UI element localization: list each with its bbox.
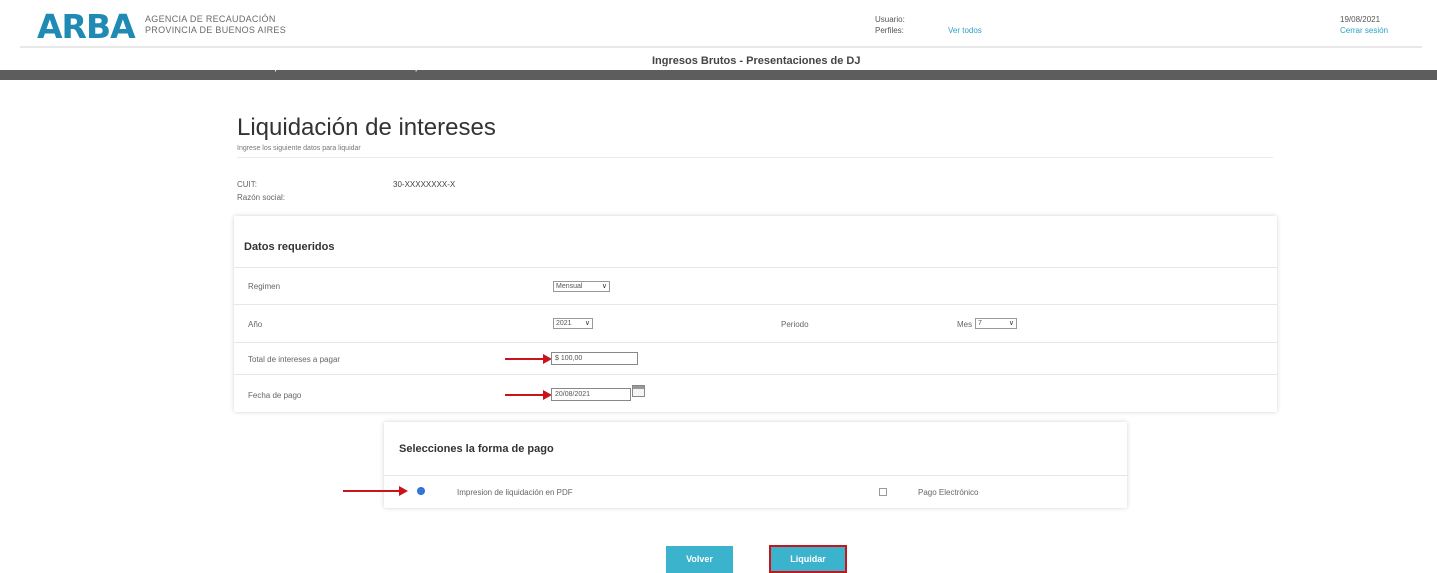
row-divider xyxy=(234,342,1277,343)
main-nav-bar xyxy=(0,70,1437,80)
nav-consultas-label: Consultas xyxy=(140,65,174,72)
title-divider xyxy=(237,157,1273,158)
nav-salir-label: Salir xyxy=(658,65,674,72)
chevron-down-icon xyxy=(520,66,526,70)
liquidar-button[interactable]: Liquidar xyxy=(769,545,847,573)
current-date: 19/08/2021 xyxy=(1340,15,1381,24)
nav-liquidaciones-label: Liquidaciones xyxy=(266,65,314,72)
razon-social-label: Razón social: xyxy=(237,193,286,202)
option-pago-electronico-label: Pago Electrónico xyxy=(918,488,979,497)
regimen-label: Regimen xyxy=(248,282,281,291)
nav-section-title: Ingresos Brutos - Presentaciones de DJ xyxy=(652,55,861,67)
forma-pago-title: Selecciones la forma de pago xyxy=(399,443,554,455)
chevron-down-icon: ∨ xyxy=(584,320,590,327)
mes-label: Mes xyxy=(957,320,973,329)
chevron-down-icon xyxy=(650,66,656,70)
annotation-arrow-line xyxy=(505,358,545,360)
agency-line-2: PROVINCIA DE BUENOS AIRES xyxy=(145,25,287,35)
row-divider xyxy=(384,475,1127,476)
total-intereses-input[interactable]: $ 100,00 xyxy=(551,352,638,365)
arba-logo: ARBA xyxy=(37,7,136,46)
total-intereses-label: Total de intereses a pagar xyxy=(248,355,341,364)
regimen-select[interactable]: Mensual ∨ xyxy=(553,281,610,292)
radio-pdf[interactable] xyxy=(417,487,425,495)
datos-requeridos-card xyxy=(234,216,1277,412)
calendar-icon-header xyxy=(633,386,644,389)
header-divider xyxy=(20,46,1422,48)
nav-salir[interactable]: Salir xyxy=(650,64,673,74)
row-divider xyxy=(234,304,1277,305)
annotation-arrow-line xyxy=(343,490,401,492)
page-subtitle: Ingrese los siguiente datos para liquida… xyxy=(237,145,361,152)
anio-select-value: 2021 xyxy=(556,320,572,327)
anio-select[interactable]: 2021 ∨ xyxy=(553,318,593,329)
periodo-label: Periodo xyxy=(781,320,809,329)
annotation-arrow-icon xyxy=(399,486,408,496)
usuario-label: Usuario: xyxy=(875,15,905,24)
cuit-label: CUIT: xyxy=(237,180,257,189)
anio-label: Año xyxy=(248,320,263,329)
row-divider xyxy=(234,374,1277,375)
chevron-down-icon xyxy=(258,66,264,70)
mes-select[interactable]: 7 ∨ xyxy=(975,318,1017,329)
volver-button[interactable]: Volver xyxy=(666,546,733,573)
nav-constancias-label: Constancias xyxy=(528,65,570,72)
fecha-pago-label: Fecha de pago xyxy=(248,391,302,400)
nav-presentacion-label: Presentación xyxy=(8,65,52,72)
nav-liquidaciones[interactable]: Liquidaciones xyxy=(258,64,313,74)
nav-consultas[interactable]: Consultas xyxy=(132,64,174,74)
agency-name: AGENCIA DE RECAUDACIÓN PROVINCIA DE BUEN… xyxy=(145,14,286,36)
calendar-icon[interactable] xyxy=(632,385,645,397)
nav-constancias[interactable]: Constancias xyxy=(520,64,570,74)
annotation-arrow-line xyxy=(505,394,545,396)
mes-select-value: 7 xyxy=(978,320,982,327)
checkbox-pago-electronico[interactable] xyxy=(879,488,887,496)
datos-requeridos-title: Datos requeridos xyxy=(244,241,335,253)
row-divider xyxy=(234,267,1277,268)
ver-todos-link[interactable]: Ver todos xyxy=(948,25,982,36)
perfiles-label: Perfiles: xyxy=(875,26,904,35)
nav-reimpresion-label: Reimpresión xyxy=(398,65,441,72)
option-pdf-label: Impresion de liquidación en PDF xyxy=(457,488,573,497)
regimen-select-value: Mensual xyxy=(556,283,583,290)
page-title: Liquidación de intereses xyxy=(237,114,496,141)
fecha-pago-input[interactable]: 20/08/2021 xyxy=(551,388,631,401)
chevron-down-icon: ∨ xyxy=(601,283,607,290)
nav-presentacion[interactable]: Presentación xyxy=(8,64,52,74)
cuit-value: 30-XXXXXXXX-X xyxy=(393,180,456,189)
chevron-down-icon xyxy=(132,66,138,70)
nav-reimpresion[interactable]: Reimpresión xyxy=(390,64,440,74)
chevron-down-icon: ∨ xyxy=(1008,320,1014,327)
radio-pdf-dot xyxy=(419,489,423,493)
cerrar-sesion-link[interactable]: Cerrar sesión xyxy=(1340,25,1388,36)
chevron-down-icon xyxy=(390,66,396,70)
agency-line-1: AGENCIA DE RECAUDACIÓN xyxy=(145,14,276,24)
